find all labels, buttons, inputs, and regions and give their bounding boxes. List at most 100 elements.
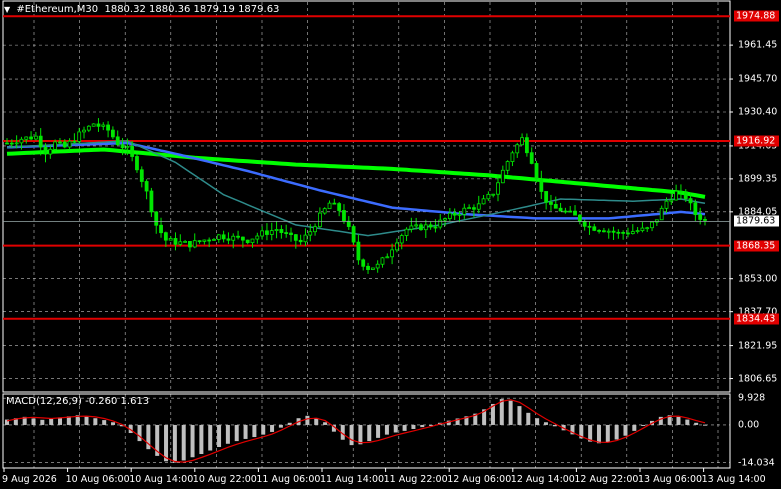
macd-histogram-bar [623,424,628,436]
time-tick-label: 10 Aug 22:00 [192,474,257,485]
candle-body [221,234,226,240]
macd-histogram-bar [358,424,363,445]
macd-histogram-bar [261,424,266,435]
price-tick-label: 1930.40 [738,106,778,118]
candle-body [577,214,582,222]
candle-body [462,207,467,215]
candle-body [654,219,659,223]
candle-body [226,238,231,241]
symbol-dropdown-icon[interactable]: ▼ [4,5,10,14]
candle-body [568,210,573,213]
macd-histogram-bar [190,424,195,458]
level-price-tag: 1834.43 [734,313,779,325]
macd-histogram-bar [499,399,504,425]
macd-histogram-bar [164,424,169,462]
candle-body [14,142,19,145]
candle-body [178,241,183,245]
candle-body [322,208,327,214]
candle-body [245,239,250,244]
candle-body [144,181,149,192]
candle-body [385,256,390,259]
candle-body [428,224,433,228]
price-tick-label: 1806.65 [738,373,778,385]
macd-histogram-bar [376,424,381,438]
macd-histogram-bar [225,424,230,444]
candle-body [693,202,698,216]
candle-body [679,190,683,193]
price-chart[interactable] [0,0,781,489]
candle-body [491,193,496,196]
candle-body [337,203,342,211]
candle-body [370,267,375,270]
time-tick-label: 11 Aug 06:00 [256,474,321,485]
candle-body [86,125,91,131]
macd-histogram-bar [49,418,54,425]
candle-body [317,212,322,228]
macd-histogram-bar [614,424,619,440]
macd-histogram-bar [217,424,222,448]
macd-histogram-bar [384,424,389,435]
candle-body [549,201,553,205]
macd-histogram-bar [40,419,45,425]
symbol-label: #Ethereum,M30 [16,4,99,15]
macd-histogram-bar [111,422,116,425]
macd-histogram-bar [234,424,239,442]
macd-histogram-bar [543,422,548,425]
candle-body [197,240,202,243]
macd-header: MACD(12,26,9) -0.260 1.613 [6,396,150,407]
time-tick-label: 10 Aug 06:00 [65,474,130,485]
candle-body [447,212,452,219]
candle-body [173,238,178,245]
candle-body [101,124,106,127]
candle-body [529,152,534,164]
time-tick-label: 11 Aug 22:00 [383,474,448,485]
candle-body [433,226,438,229]
macd-histogram-bar [323,422,328,425]
candle-body [539,178,544,192]
candle-body [43,146,48,155]
macd-histogram-bar [181,424,186,461]
macd-histogram-bar [632,424,637,431]
macd-histogram-bar [676,416,681,425]
macd-histogram-bar [31,418,36,425]
macd-histogram-bar [685,419,690,425]
candle-body [216,234,221,240]
candle-body [380,257,385,265]
candle-body [356,241,361,261]
candle-body [375,263,380,269]
macd-histogram-bar [252,424,257,438]
candle-body [563,210,568,213]
macd-histogram-bar [535,418,540,425]
candle-body [279,229,284,233]
current-price-tag: 1879.63 [734,215,779,227]
candle-body [351,226,356,243]
candle-body [346,220,351,227]
macd-histogram-bar [703,424,707,426]
candle-body [674,190,679,201]
price-tick-label: 1821.95 [738,340,778,352]
candle-body [24,136,29,140]
candle-body [423,224,428,231]
candle-body [96,123,101,127]
macd-histogram-bar [641,424,646,426]
candle-body [82,129,86,133]
candle-body [298,239,303,243]
candle-body [645,227,650,230]
candle-body [139,169,144,182]
candle-body [457,213,462,216]
candle-body [626,232,630,235]
price-tick-label: 1853.00 [738,273,778,285]
candle-body [505,161,510,171]
candle-body [587,225,592,228]
macd-histogram-bar [208,424,213,451]
candle-body [664,200,669,209]
price-tick-label: 1961.45 [738,39,778,51]
candle-body [630,231,635,235]
candle-body [476,203,481,210]
macd-histogram-bar [517,406,522,425]
macd-histogram-bar [199,424,204,455]
macd-histogram-bar [349,424,354,446]
candle-body [67,140,72,148]
macd-histogram-bar [526,412,531,425]
candle-body [611,230,616,233]
